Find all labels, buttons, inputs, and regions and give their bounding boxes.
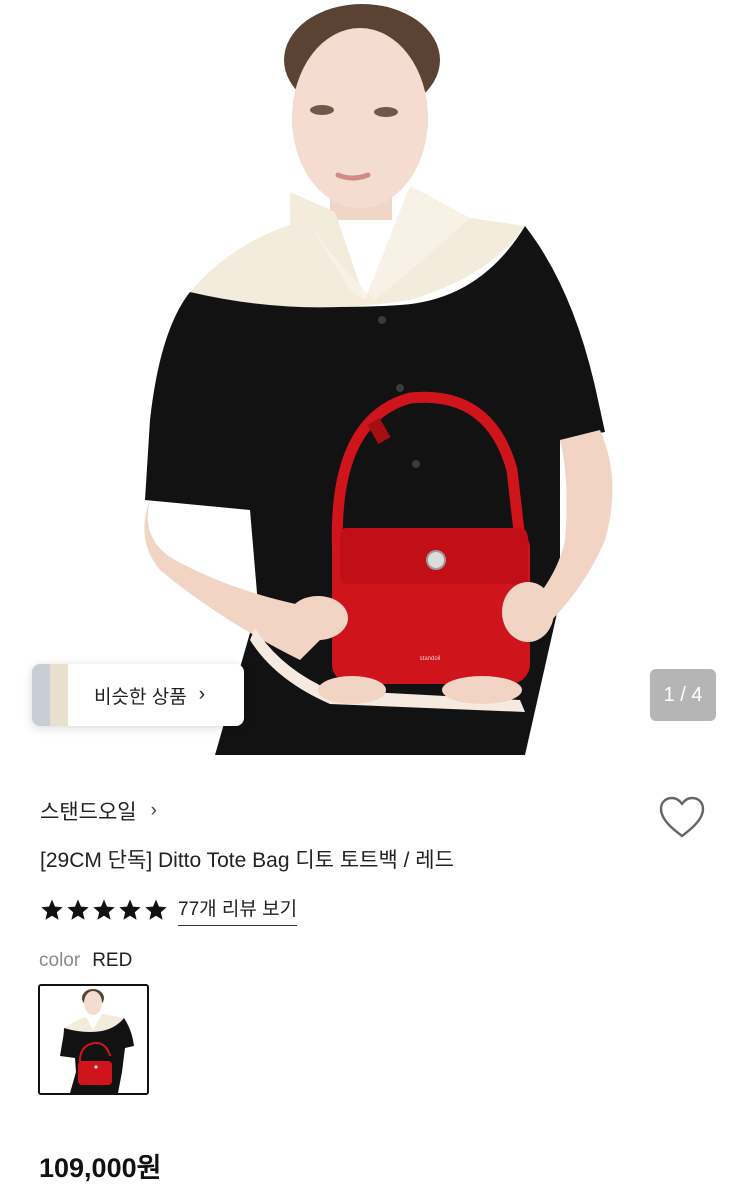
color-value: RED [92,950,133,971]
chevron-right-icon: › [150,800,157,821]
star-filled-icon [67,899,89,920]
star-filled-icon [93,899,115,920]
bag-logo: standoil [420,656,441,662]
product-price: 109,000원 [39,1153,162,1183]
product-photo: standoil [144,4,613,755]
similar-products-button[interactable]: 비슷한 상품 › [32,664,244,726]
similar-products-thumbnail [32,664,68,726]
reviews-link[interactable]: 77개 리뷰 보기 [178,894,298,926]
color-swatch-red[interactable] [38,984,149,1095]
star-filled-icon [41,899,63,920]
rating-row: 77개 리뷰 보기 [40,894,298,926]
chevron-right-icon: › [198,684,206,705]
star-filled-icon [119,899,141,920]
similar-products-label: 비슷한 상품 [94,686,187,708]
star-filled-icon [145,899,167,920]
product-image-carousel[interactable]: standoil 비슷한 상품 › 1 / 4 [0,0,747,760]
brand-link[interactable]: 스탠드오일 › [40,796,157,826]
color-label: color [39,950,81,971]
heart-outline-icon[interactable] [657,794,707,840]
rating-stars [40,898,168,922]
color-swatch-thumbnail [40,986,147,1093]
color-option-row: color RED [39,950,132,972]
image-pager-indicator: 1 / 4 [650,669,716,721]
product-title: [29CM 단독] Ditto Tote Bag 디토 토트백 / 레드 [40,849,454,872]
brand-name: 스탠드오일 [40,801,137,824]
